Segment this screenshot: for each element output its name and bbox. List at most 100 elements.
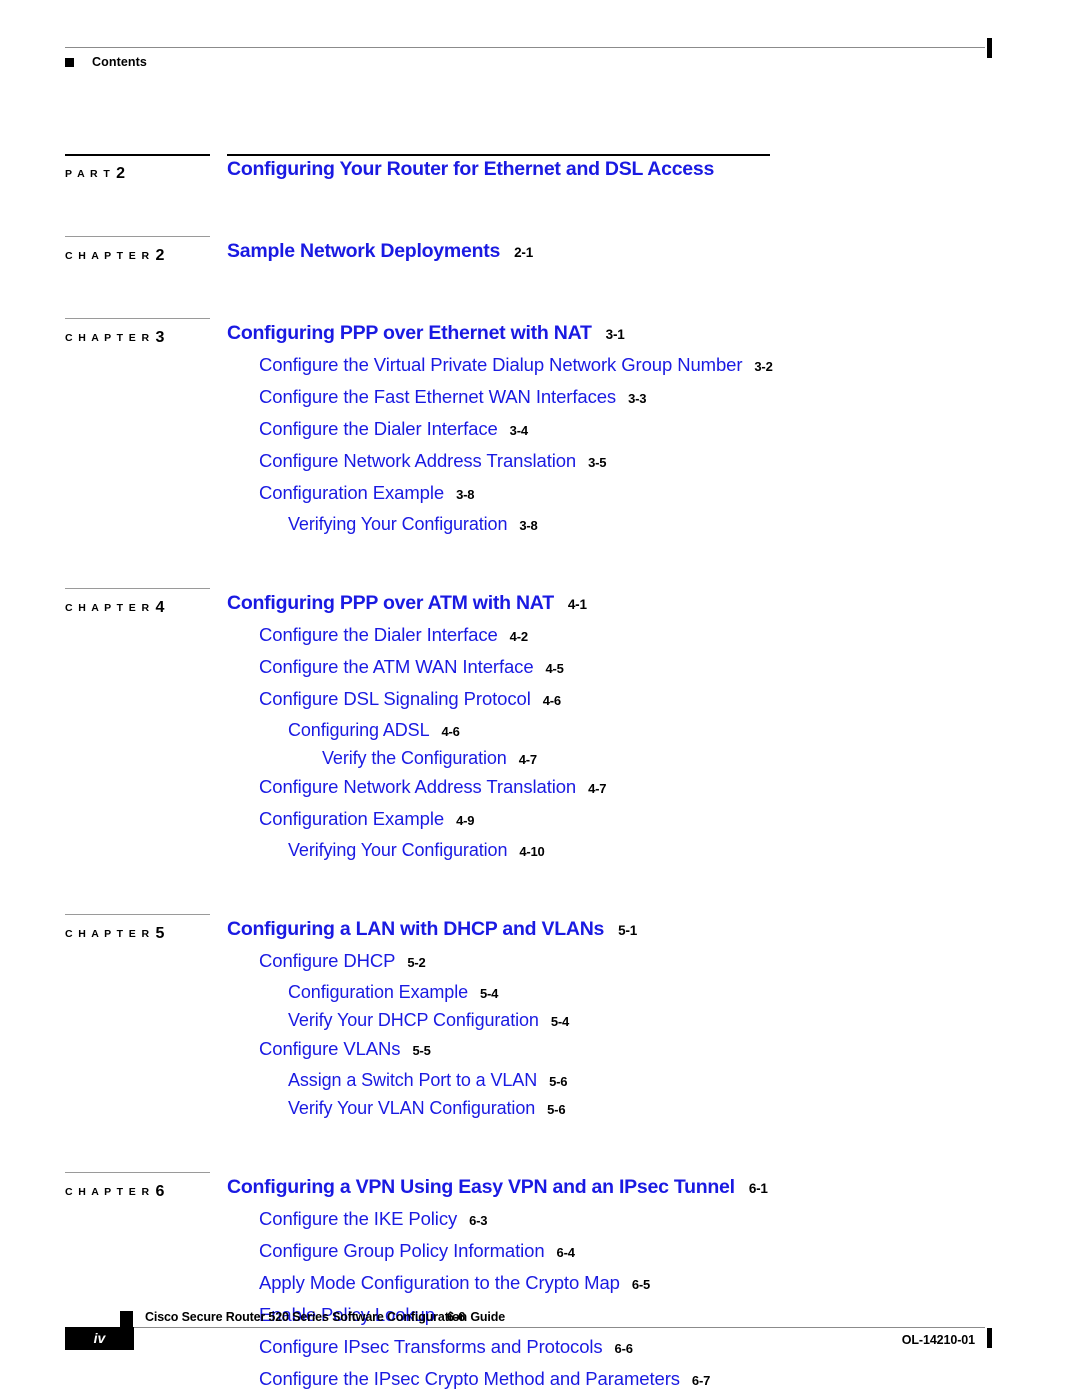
- toc-entry-page: 5-4: [480, 986, 499, 1001]
- toc-entry-title: Configure DHCP: [259, 950, 396, 971]
- toc-entry-level3[interactable]: Configuration Example 5-4: [288, 982, 498, 1003]
- toc-entry-title: Configuration Example: [259, 808, 445, 829]
- toc-entry-level4[interactable]: Verify the Configuration 4-7: [322, 748, 537, 769]
- toc-entry-level2[interactable]: Configure the Fast Ethernet WAN Interfac…: [259, 386, 646, 408]
- toc-entry-title: Configuring a VPN Using Easy VPN and an …: [227, 1176, 735, 1198]
- toc-entry-title: Configure the IKE Policy: [259, 1208, 458, 1229]
- chapter-marker: C H A P T E R 4: [65, 598, 164, 616]
- part-marker: P A R T 2: [65, 164, 125, 182]
- toc-entry-title: Configuring ADSL: [288, 720, 430, 740]
- toc-entry-level2[interactable]: Configure Network Address Translation 4-7: [259, 776, 607, 798]
- toc-entry-page: 3-4: [509, 423, 528, 438]
- marker-word: P A R T: [65, 168, 112, 180]
- toc-entry-level1[interactable]: Configuring a LAN with DHCP and VLANs 5-1: [227, 918, 637, 941]
- toc-entry-page: 3-5: [588, 455, 607, 470]
- toc-entry-level2[interactable]: Configure Network Address Translation 3-5: [259, 450, 607, 472]
- toc-entry-title: Configuration Example: [259, 482, 445, 503]
- part-rule-right: [227, 154, 770, 156]
- page-header: Contents: [0, 0, 1080, 90]
- marker-word: C H A P T E R: [65, 602, 151, 614]
- marker-word: C H A P T E R: [65, 1186, 151, 1198]
- header-label: Contents: [92, 55, 147, 69]
- toc-entry-page: 5-2: [407, 955, 426, 970]
- toc-entry-title: Configure Network Address Translation: [259, 450, 577, 471]
- toc-entry-title: Verify Your DHCP Configuration: [288, 1010, 539, 1030]
- toc-entry-level2[interactable]: Configure Group Policy Information 6-4: [259, 1240, 575, 1262]
- toc-entry-page: 3-1: [605, 327, 625, 342]
- chapter-rule-left: [65, 236, 210, 237]
- toc-entry-title: Configure Group Policy Information: [259, 1240, 545, 1261]
- toc-entry-level2[interactable]: Configuration Example 4-9: [259, 808, 474, 830]
- toc-entry-level3[interactable]: Configuring ADSL 4-6: [288, 720, 460, 741]
- toc-entry-level2[interactable]: Configure DSL Signaling Protocol 4-6: [259, 688, 561, 710]
- toc-entry-page: 3-8: [456, 487, 475, 502]
- toc-entry-level2[interactable]: Configure VLANs 5-5: [259, 1038, 431, 1060]
- toc-entry-level1[interactable]: Configuring PPP over Ethernet with NAT 3-…: [227, 322, 625, 345]
- chapter-rule-left: [65, 1172, 210, 1173]
- toc-entry-level2[interactable]: Configure the IKE Policy 6-3: [259, 1208, 488, 1230]
- toc-entry-page: 3-8: [519, 518, 538, 533]
- footer-square-bullet-icon: [120, 1311, 133, 1327]
- toc-entry-level2[interactable]: Configure the Dialer Interface 4-2: [259, 624, 528, 646]
- chapter-marker: C H A P T E R 2: [65, 246, 164, 264]
- toc-entry-page: 6-3: [469, 1213, 488, 1228]
- chapter-marker: C H A P T E R 3: [65, 328, 164, 346]
- toc-entry-title: Configure the Dialer Interface: [259, 418, 498, 439]
- marker-number: 2: [116, 165, 126, 182]
- toc-entry-title: Verifying Your Configuration: [288, 840, 508, 860]
- marker-number: 4: [155, 599, 165, 616]
- toc-entry-title: Configure VLANs: [259, 1038, 401, 1059]
- toc-entry-level1[interactable]: Sample Network Deployments 2-1: [227, 240, 533, 263]
- toc-entry-level2[interactable]: Configure the Dialer Interface 3-4: [259, 418, 528, 440]
- toc-entry-title: Verify the Configuration: [322, 748, 507, 768]
- toc-entry-title: Configure the Dialer Interface: [259, 624, 498, 645]
- chapter-rule-left: [65, 588, 210, 589]
- toc-entry-title: Configuring a LAN with DHCP and VLANs: [227, 918, 605, 940]
- header-crop-tick-icon: [987, 38, 992, 58]
- toc-entry-title: Verify Your VLAN Configuration: [288, 1098, 536, 1118]
- header-square-bullet-icon: [65, 58, 74, 67]
- toc-entry-level2[interactable]: Configure DHCP 5-2: [259, 950, 426, 972]
- toc-entry-page: 4-10: [519, 844, 545, 859]
- toc-entry-page: 4-6: [542, 693, 561, 708]
- toc-entry-level3[interactable]: Verify Your VLAN Configuration 5-6: [288, 1098, 566, 1119]
- toc-entry-level2[interactable]: Configure the Virtual Private Dialup Net…: [259, 354, 773, 376]
- toc-entry-page: 4-2: [509, 629, 528, 644]
- marker-word: C H A P T E R: [65, 332, 151, 344]
- chapter-rule-left: [65, 914, 210, 915]
- document-id: OL-14210-01: [901, 1333, 975, 1347]
- toc-entry-page: 2-1: [514, 245, 534, 260]
- toc-entry-page: 5-6: [549, 1074, 568, 1089]
- toc-entry-page: 4-5: [545, 661, 564, 676]
- toc-entry-level2[interactable]: Configure the IPsec Crypto Method and Pa…: [259, 1368, 710, 1390]
- toc-entry-title: Configuring PPP over Ethernet with NAT: [227, 322, 592, 344]
- toc-entry-title: Configure the Fast Ethernet WAN Interfac…: [259, 386, 617, 407]
- toc-entry-page: 4-7: [518, 752, 537, 767]
- toc-entry-page: 6-5: [631, 1277, 651, 1292]
- toc-entry-page: 4-9: [456, 813, 475, 828]
- toc-entry-level3[interactable]: Verifying Your Configuration 3-8: [288, 514, 538, 535]
- toc-entry-page: 4-6: [441, 724, 460, 739]
- toc-entry-page: 4-7: [588, 781, 607, 796]
- toc-entry-page: 3-3: [628, 391, 647, 406]
- toc-entry-page: 6-7: [691, 1373, 711, 1388]
- toc-entry-title: Configure the IPsec Crypto Method and Pa…: [259, 1368, 680, 1389]
- toc-entry-title: Configure Network Address Translation: [259, 776, 577, 797]
- toc-entry-level3[interactable]: Verify Your DHCP Configuration 5-4: [288, 1010, 569, 1031]
- toc-entry-page: 4-1: [567, 597, 587, 612]
- toc-entry-level3[interactable]: Verifying Your Configuration 4-10: [288, 840, 545, 861]
- toc-entry-page: 6-1: [748, 1181, 768, 1196]
- toc-entry-level1[interactable]: Configuring a VPN Using Easy VPN and an …: [227, 1176, 768, 1199]
- toc-entry-title: Configure DSL Signaling Protocol: [259, 688, 531, 709]
- toc-entry-level2[interactable]: Configure the ATM WAN Interface 4-5: [259, 656, 564, 678]
- toc-entry-level3[interactable]: Assign a Switch Port to a VLAN 5-6: [288, 1070, 568, 1091]
- toc-entry-title: Configuring Your Router for Ethernet and…: [227, 158, 715, 180]
- toc-entry-level2[interactable]: Apply Mode Configuration to the Crypto M…: [259, 1272, 650, 1294]
- toc-entry-level2[interactable]: Configuration Example 3-8: [259, 482, 474, 504]
- toc-entry-level1[interactable]: Configuring PPP over ATM with NAT 4-1: [227, 592, 587, 615]
- toc-entry-level1[interactable]: Configuring Your Router for Ethernet and…: [227, 158, 714, 181]
- chapter-marker: C H A P T E R 5: [65, 924, 164, 942]
- part-rule-left: [65, 154, 210, 156]
- footer-document-title: Cisco Secure Router 520 Series Software …: [145, 1310, 505, 1324]
- toc-entry-page: 5-4: [550, 1014, 570, 1029]
